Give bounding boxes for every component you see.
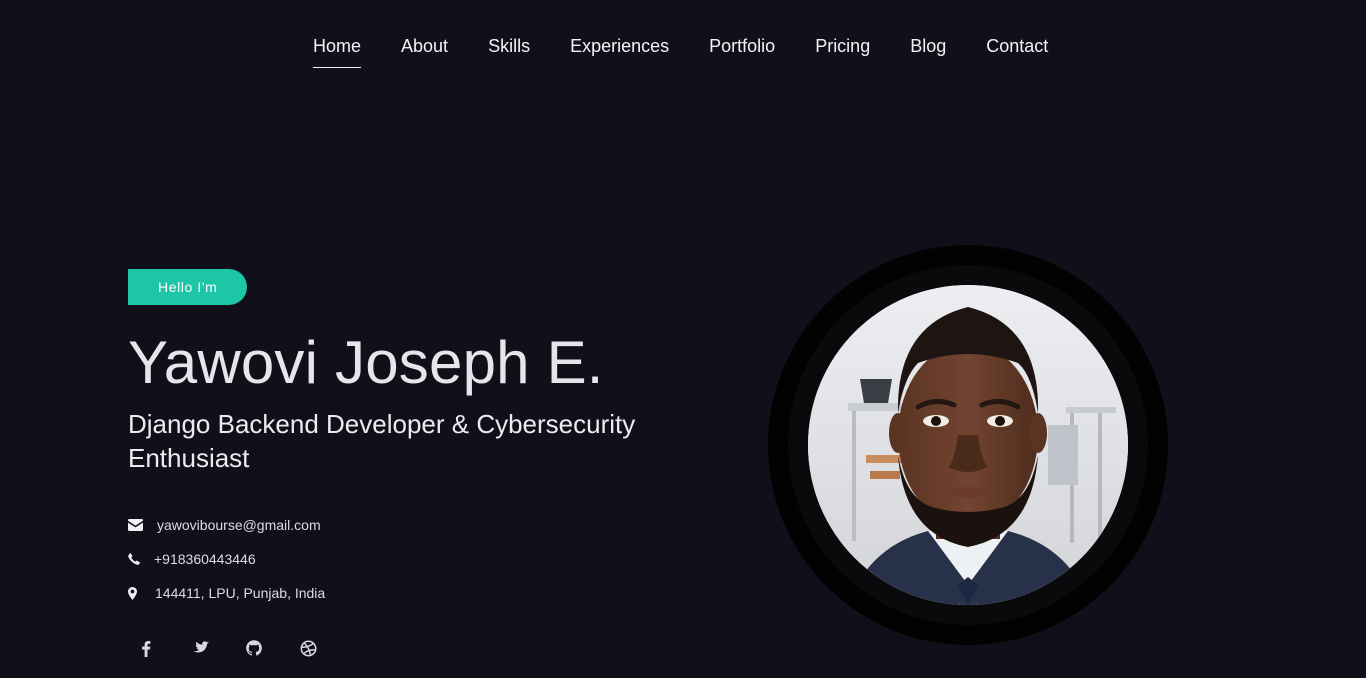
portrait-frame (768, 245, 1168, 645)
envelope-icon (128, 519, 154, 531)
map-marker-icon (128, 586, 154, 600)
contact-list: yawovibourse@gmail.com +918360443446 144… (128, 508, 688, 610)
phone-icon (128, 553, 154, 565)
facebook-icon[interactable] (136, 636, 156, 660)
top-navigation: Home About Skills Experiences Portfolio … (0, 0, 1366, 90)
portrait-inner-ring (788, 265, 1148, 625)
nav-item-contact[interactable]: Contact (986, 34, 1048, 68)
github-icon[interactable] (244, 636, 264, 660)
contact-phone-text: +918360443446 (154, 551, 256, 567)
hello-badge: Hello I'm (128, 269, 248, 305)
contact-phone[interactable]: +918360443446 (128, 542, 688, 576)
contact-address-text: 144411, LPU, Punjab, India (155, 585, 326, 601)
nav-menu: Home About Skills Experiences Portfolio … (313, 34, 1048, 68)
contact-email[interactable]: yawovibourse@gmail.com (128, 508, 688, 542)
hero-role: Django Backend Developer & Cybersecurity… (128, 409, 636, 473)
hero-name: Yawovi Joseph E. (128, 329, 604, 396)
nav-item-pricing[interactable]: Pricing (815, 34, 870, 68)
social-links (136, 636, 318, 660)
nav-item-home[interactable]: Home (313, 34, 362, 68)
nav-item-about[interactable]: About (401, 34, 448, 68)
twitter-icon[interactable] (190, 636, 210, 660)
profile-photo (808, 285, 1128, 605)
contact-address[interactable]: 144411, LPU, Punjab, India (128, 576, 688, 610)
nav-item-skills[interactable]: Skills (488, 34, 530, 68)
nav-item-portfolio[interactable]: Portfolio (709, 34, 775, 68)
dribbble-icon[interactable] (298, 636, 318, 660)
nav-item-experiences[interactable]: Experiences (570, 34, 669, 68)
hero-intro: Hello I'm Yawovi Joseph E. Django Backen… (128, 269, 688, 610)
nav-item-blog[interactable]: Blog (910, 34, 946, 68)
contact-email-text: yawovibourse@gmail.com (157, 517, 321, 533)
